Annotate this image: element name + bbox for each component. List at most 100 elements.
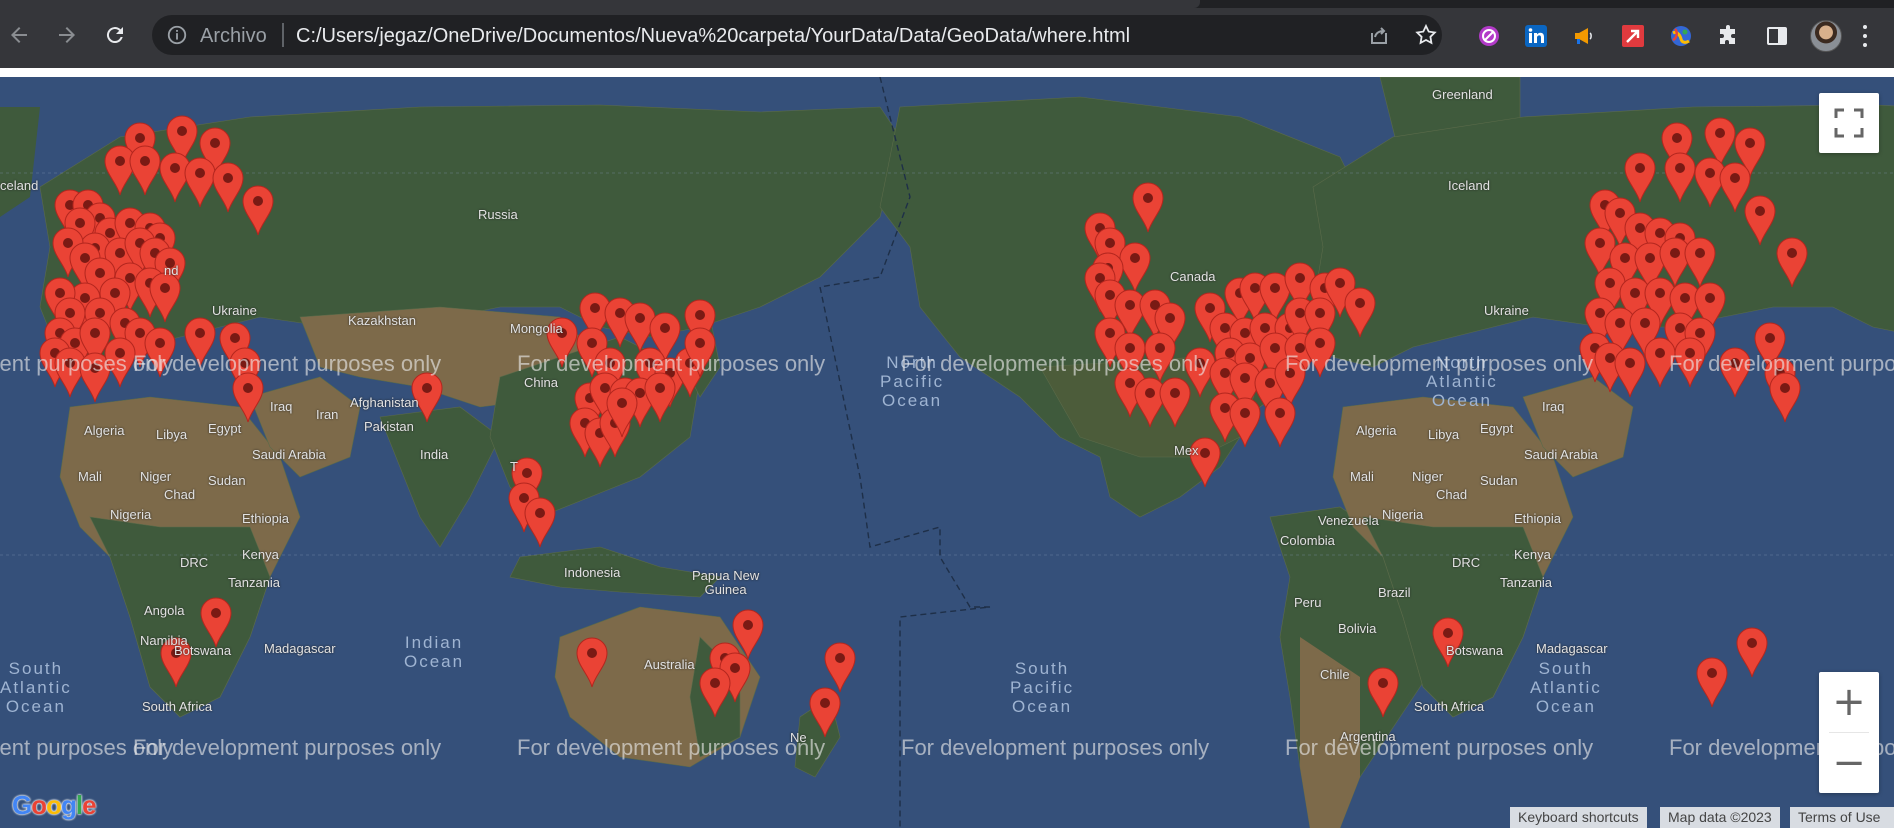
label-russia: Russia (478, 207, 518, 222)
label-bolivia: Bolivia (1338, 621, 1377, 636)
label-ethiopia: Ethiopia (242, 511, 289, 526)
dev-watermark: For development purposes only (901, 735, 1210, 760)
label-kenya: Kenya (242, 547, 279, 562)
url-text[interactable]: C:/Users/jegaz/OneDrive/Documentos/Nueva… (296, 25, 1130, 48)
dev-watermark: For development purposes only (1669, 351, 1894, 376)
label-algeria: Algeria (84, 423, 125, 438)
label-canada: Canada (1170, 269, 1216, 284)
active-tab-edge[interactable] (0, 0, 1200, 8)
forward-arrow-icon[interactable] (48, 16, 86, 54)
tab-strip (0, 0, 1894, 8)
dev-watermark: For development purposes only (517, 351, 826, 376)
location-marker[interactable] (1769, 372, 1801, 423)
zoom-control: + − (1819, 672, 1879, 793)
profile-avatar[interactable] (1810, 20, 1842, 52)
puzzle-extensions-icon[interactable] (1716, 23, 1742, 49)
fullscreen-button[interactable] (1819, 93, 1879, 153)
pdf-arrow-icon[interactable] (1620, 23, 1646, 49)
blocker-icon[interactable] (1476, 23, 1502, 49)
label-south-atlantic-ocean: South Atlantic Ocean (1530, 659, 1602, 716)
label-india: India (420, 447, 449, 462)
page-bottom-margin (0, 828, 1894, 837)
label-mali-right: Mali (1350, 469, 1374, 484)
more-menu-icon[interactable] (1860, 22, 1870, 50)
bookmark-star-icon[interactable] (1414, 23, 1438, 47)
label-tanzania-right: Tanzania (1500, 575, 1553, 590)
label-ethiopia-right: Ethiopia (1514, 511, 1561, 526)
back-arrow-icon[interactable] (0, 16, 38, 54)
google-logo[interactable]: Google (12, 790, 97, 821)
label-chile: Chile (1320, 667, 1350, 682)
label-madagascar-right: Madagascar (1536, 641, 1608, 656)
label-iraq-right: Iraq (1542, 399, 1565, 414)
label-saudi-arabia-right: Saudi Arabia (1524, 447, 1598, 462)
address-bar[interactable]: Archivo C:/Users/jegaz/OneDrive/Document… (152, 15, 1442, 55)
label-south-africa-right: South Africa (1414, 699, 1485, 714)
keyboard-shortcuts-link[interactable]: Keyboard shortcuts (1510, 807, 1647, 828)
dev-watermark: For development purposes only (133, 735, 442, 760)
dev-watermark: For development purposes only (517, 735, 826, 760)
location-marker[interactable] (1264, 397, 1296, 448)
label-libya: Libya (156, 427, 188, 442)
linkedin-icon[interactable] (1523, 23, 1549, 49)
location-marker[interactable] (1614, 347, 1646, 398)
dev-watermark: For development purposes only (133, 351, 442, 376)
label-nigeria: Nigeria (110, 507, 152, 522)
label-thailand: T (510, 459, 518, 474)
label-botswana: Botswana (174, 643, 232, 658)
label-south-pacific-ocean: South Pacific Ocean (1010, 659, 1075, 716)
label-saudi-arabia: Saudi Arabia (252, 447, 326, 462)
info-icon[interactable] (166, 24, 188, 46)
label-south-africa: South Africa (142, 699, 213, 714)
label-mexico: Mex (1174, 443, 1199, 458)
location-marker[interactable] (824, 642, 856, 693)
share-icon[interactable] (1367, 23, 1391, 47)
dev-watermark: For development purposes only (1285, 351, 1594, 376)
label-madagascar: Madagascar (264, 641, 336, 656)
label-iraq: Iraq (270, 399, 293, 414)
location-marker[interactable] (1696, 657, 1728, 708)
label-ukraine: Ukraine (212, 303, 257, 318)
label-algeria-right: Algeria (1356, 423, 1397, 438)
dev-watermark: For development purposes only (1285, 735, 1594, 760)
security-label[interactable]: Archivo (200, 25, 267, 48)
label-mali: Mali (78, 469, 102, 484)
label-indian-ocean: Indian Ocean (404, 633, 465, 671)
reload-icon[interactable] (96, 16, 134, 54)
label-chad: Chad (164, 487, 196, 502)
world-map[interactable]: Greenland celand Iceland Russia Canada K… (0, 77, 1894, 828)
label-drc-right: DRC (1452, 555, 1481, 570)
zoom-out-button[interactable]: − (1819, 733, 1879, 793)
label-venezuela: Venezuela (1318, 513, 1379, 528)
omnibox-divider (282, 23, 284, 47)
label-nd: nd (164, 263, 179, 278)
page-top-margin (0, 68, 1894, 77)
label-pakistan: Pakistan (364, 419, 414, 434)
side-panel-icon[interactable] (1764, 23, 1790, 49)
browser-toolbar: Archivo C:/Users/jegaz/OneDrive/Document… (0, 8, 1894, 68)
terms-of-use-link[interactable]: Terms of Use (1790, 807, 1894, 828)
label-australia: Australia (644, 657, 695, 672)
label-libya-right: Libya (1428, 427, 1460, 442)
zoom-in-button[interactable]: + (1819, 672, 1879, 732)
label-iran: Iran (316, 407, 339, 422)
label-chad-right: Chad (1436, 487, 1468, 502)
label-afghanistan: Afghanistan (350, 395, 419, 410)
label-china: China (524, 375, 558, 390)
label-papua-new-guinea: Papua New Guinea (692, 568, 760, 597)
label-kazakhstan: Kazakhstan (348, 313, 416, 328)
label-egypt: Egypt (208, 421, 242, 436)
colorful-globe-icon[interactable] (1668, 23, 1694, 49)
label-angola: Angola (144, 603, 185, 618)
label-botswana-right: Botswana (1446, 643, 1504, 658)
location-marker[interactable] (1736, 627, 1768, 678)
label-mongolia: Mongolia (510, 321, 563, 336)
megaphone-icon[interactable] (1571, 23, 1597, 49)
label-kenya-right: Kenya (1514, 547, 1551, 562)
label-tanzania: Tanzania (228, 575, 281, 590)
location-marker[interactable] (524, 497, 556, 548)
label-niger: Niger (140, 469, 172, 484)
dev-watermark: For development purposes only (901, 351, 1210, 376)
label-iceland-right: Iceland (1448, 178, 1490, 193)
label-indonesia: Indonesia (564, 565, 621, 580)
